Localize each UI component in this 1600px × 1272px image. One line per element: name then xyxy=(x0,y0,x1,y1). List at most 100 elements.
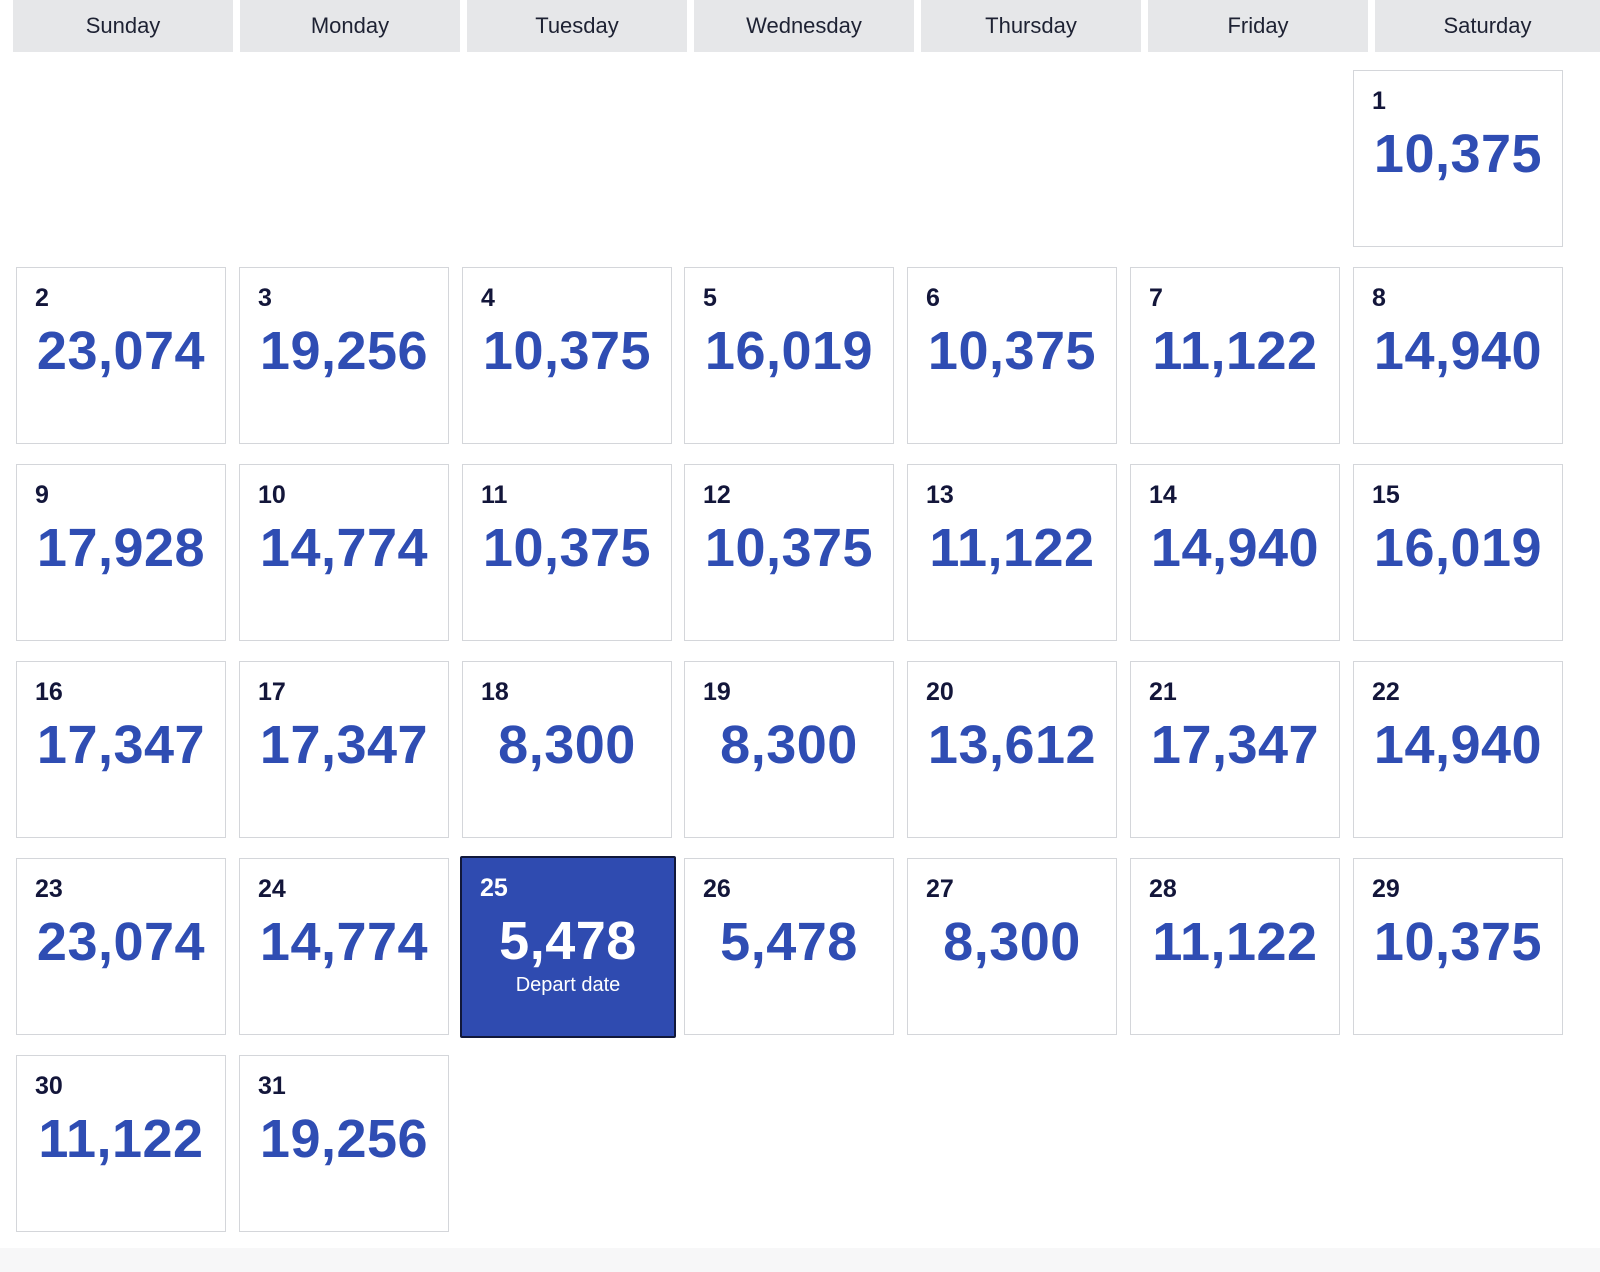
weekday-header-monday: Monday xyxy=(240,0,460,52)
day-cell[interactable]: 8 14,940 xyxy=(1353,267,1563,444)
fare-price: 10,375 xyxy=(1373,124,1543,184)
bottom-divider xyxy=(0,1248,1600,1272)
day-cell[interactable]: 9 17,928 xyxy=(16,464,226,641)
day-cell[interactable]: 27 8,300 xyxy=(907,858,1117,1035)
weekday-header-thursday: Thursday xyxy=(921,0,1141,52)
fare-price: 17,928 xyxy=(36,518,206,578)
day-number: 27 xyxy=(926,875,954,903)
day-cell[interactable]: 30 11,122 xyxy=(16,1055,226,1232)
fare-price: 23,074 xyxy=(36,321,206,381)
fare-price: 17,347 xyxy=(36,715,206,775)
day-cell[interactable]: 18 8,300 xyxy=(462,661,672,838)
day-number: 29 xyxy=(1372,875,1400,903)
day-cell-selected[interactable]: 25 5,478 Depart date xyxy=(460,856,676,1038)
fare-price: 16,019 xyxy=(1373,518,1543,578)
day-cell[interactable]: 4 10,375 xyxy=(462,267,672,444)
fare-price: 5,478 xyxy=(720,912,858,972)
fare-price: 14,940 xyxy=(1373,715,1543,775)
day-number: 6 xyxy=(926,284,940,312)
day-number: 11 xyxy=(481,481,508,509)
day-number: 20 xyxy=(926,678,954,706)
day-number: 15 xyxy=(1372,481,1400,509)
day-cell[interactable]: 14 14,940 xyxy=(1130,464,1340,641)
day-cell[interactable]: 24 14,774 xyxy=(239,858,449,1035)
day-number: 26 xyxy=(703,875,731,903)
day-cell[interactable]: 28 11,122 xyxy=(1130,858,1340,1035)
fare-price: 23,074 xyxy=(36,912,206,972)
fare-price: 17,347 xyxy=(1150,715,1320,775)
day-number: 23 xyxy=(35,875,63,903)
day-cell[interactable]: 6 10,375 xyxy=(907,267,1117,444)
fare-price: 10,375 xyxy=(927,321,1097,381)
fare-price: 11,122 xyxy=(929,518,1095,578)
day-number: 24 xyxy=(258,875,286,903)
day-cell[interactable]: 17 17,347 xyxy=(239,661,449,838)
day-number: 13 xyxy=(926,481,954,509)
day-number: 21 xyxy=(1149,678,1177,706)
day-number: 8 xyxy=(1372,284,1386,312)
day-number: 31 xyxy=(258,1072,286,1100)
day-number: 17 xyxy=(258,678,286,706)
day-cell[interactable]: 10 14,774 xyxy=(239,464,449,641)
day-number: 9 xyxy=(35,481,49,509)
day-cell[interactable]: 3 19,256 xyxy=(239,267,449,444)
fare-price: 10,375 xyxy=(482,518,652,578)
day-cell[interactable]: 2 23,074 xyxy=(16,267,226,444)
day-number: 28 xyxy=(1149,875,1177,903)
day-cell[interactable]: 13 11,122 xyxy=(907,464,1117,641)
fare-price: 5,478 xyxy=(499,911,637,971)
weekday-header-tuesday: Tuesday xyxy=(467,0,687,52)
fare-price: 11,122 xyxy=(1152,912,1318,972)
fare-price: 10,375 xyxy=(482,321,652,381)
weekday-header-wednesday: Wednesday xyxy=(694,0,914,52)
day-number: 3 xyxy=(258,284,272,312)
day-number: 18 xyxy=(481,678,509,706)
day-number: 10 xyxy=(258,481,286,509)
day-cell[interactable]: 23 23,074 xyxy=(16,858,226,1035)
day-cell[interactable]: 29 10,375 xyxy=(1353,858,1563,1035)
day-number: 25 xyxy=(480,874,508,902)
fare-price: 8,300 xyxy=(498,715,636,775)
day-cell[interactable]: 19 8,300 xyxy=(684,661,894,838)
day-number: 14 xyxy=(1149,481,1177,509)
fare-price: 13,612 xyxy=(927,715,1097,775)
weekday-header-row: Sunday Monday Tuesday Wednesday Thursday… xyxy=(13,0,1600,52)
fare-price: 8,300 xyxy=(943,912,1081,972)
day-cell[interactable]: 7 11,122 xyxy=(1130,267,1340,444)
fare-price: 14,940 xyxy=(1150,518,1320,578)
day-cell[interactable]: 22 14,940 xyxy=(1353,661,1563,838)
fare-price: 14,774 xyxy=(259,912,429,972)
day-number: 22 xyxy=(1372,678,1400,706)
day-cell[interactable]: 1 10,375 xyxy=(1353,70,1563,247)
depart-date-label: Depart date xyxy=(515,974,621,996)
day-cell[interactable]: 26 5,478 xyxy=(684,858,894,1035)
weekday-header-sunday: Sunday xyxy=(13,0,233,52)
day-cell[interactable]: 16 17,347 xyxy=(16,661,226,838)
weekday-header-saturday: Saturday xyxy=(1375,0,1600,52)
day-cell[interactable]: 15 16,019 xyxy=(1353,464,1563,641)
day-number: 2 xyxy=(35,284,49,312)
day-cell[interactable]: 12 10,375 xyxy=(684,464,894,641)
day-cell[interactable]: 31 19,256 xyxy=(239,1055,449,1232)
day-number: 30 xyxy=(35,1072,63,1100)
fare-price: 10,375 xyxy=(1373,912,1543,972)
fare-price: 17,347 xyxy=(259,715,429,775)
day-number: 1 xyxy=(1372,87,1386,115)
fare-price: 8,300 xyxy=(720,715,858,775)
day-cell[interactable]: 5 16,019 xyxy=(684,267,894,444)
day-number: 16 xyxy=(35,678,63,706)
day-cell[interactable]: 21 17,347 xyxy=(1130,661,1340,838)
day-cell[interactable]: 11 10,375 xyxy=(462,464,672,641)
fare-price: 16,019 xyxy=(704,321,874,381)
day-cell[interactable]: 20 13,612 xyxy=(907,661,1117,838)
day-number: 5 xyxy=(703,284,717,312)
day-number: 7 xyxy=(1149,284,1163,312)
day-number: 19 xyxy=(703,678,731,706)
fare-calendar: Sunday Monday Tuesday Wednesday Thursday… xyxy=(0,0,1600,1272)
day-number: 12 xyxy=(703,481,731,509)
day-number: 4 xyxy=(481,284,495,312)
fare-price: 19,256 xyxy=(259,321,429,381)
fare-price: 11,122 xyxy=(38,1109,204,1169)
fare-price: 19,256 xyxy=(259,1109,429,1169)
fare-price: 10,375 xyxy=(704,518,874,578)
